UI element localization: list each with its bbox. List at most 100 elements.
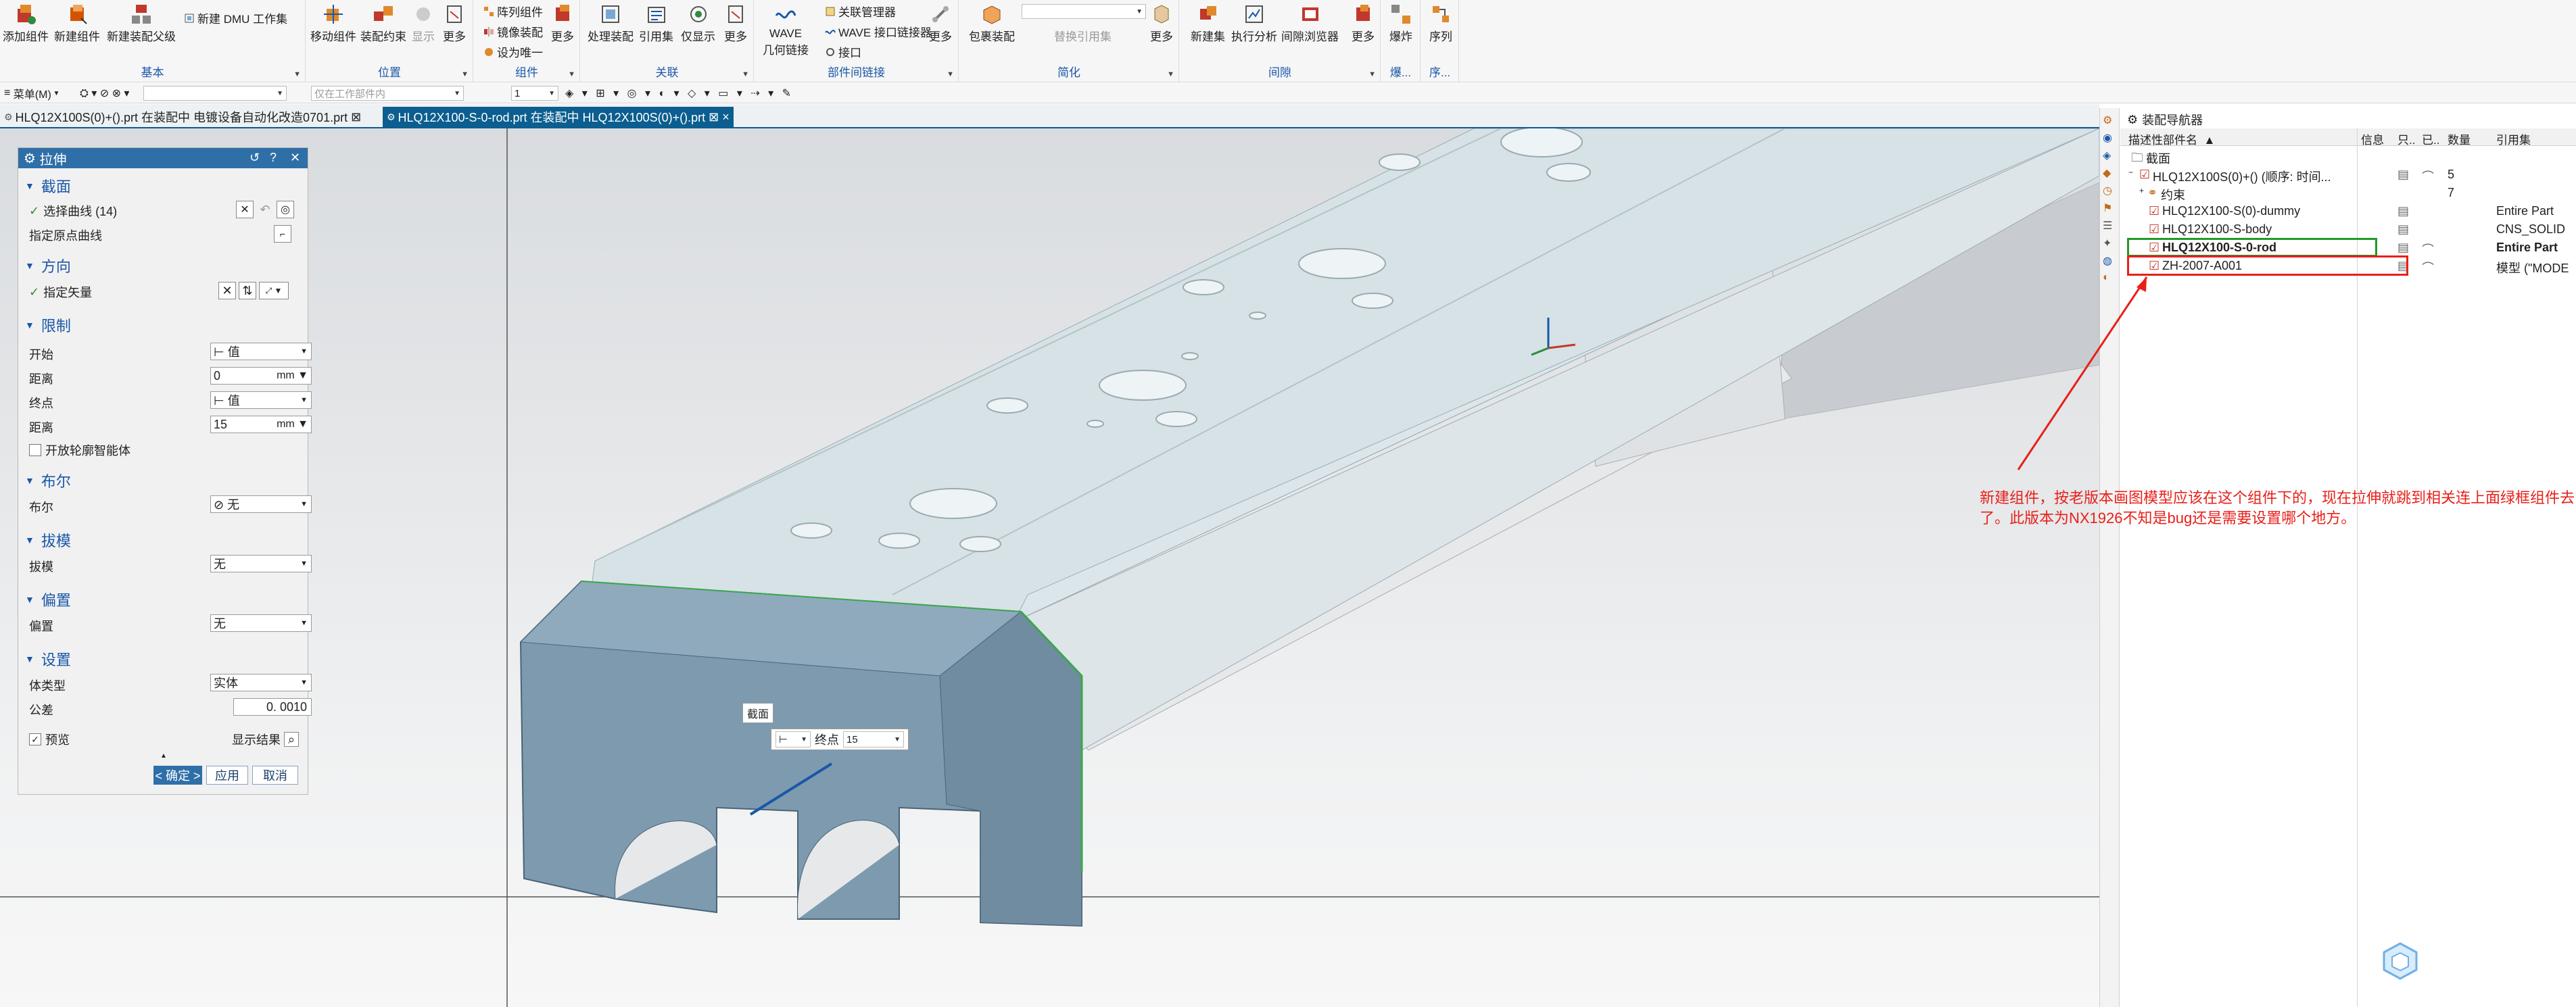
run-analysis-button[interactable]: 执行分析 [1231, 1, 1277, 44]
select-curve-row[interactable]: ✓ 选择曲线 (14) [29, 202, 117, 220]
undo-icon[interactable]: ↶ [256, 201, 274, 218]
tab-rod-part[interactable]: ⚙ HLQ12X100-S-0-rod.prt 在装配中 HLQ12X100S(… [383, 107, 734, 127]
reset-icon[interactable]: ↺ [249, 151, 260, 165]
section-header-section[interactable]: ▼ 截面 [25, 175, 71, 197]
palette-icon[interactable]: ◐ [2103, 272, 2112, 284]
section-header-draft[interactable]: ▼ 拔模 [25, 529, 71, 551]
sketch-icon[interactable]: ◎ [277, 201, 294, 218]
type-filter-select[interactable]: ▼ [143, 86, 287, 101]
checkbox[interactable] [29, 444, 41, 456]
col-reference-set[interactable]: 引用集 [2496, 130, 2531, 147]
count-select[interactable]: 1 ▼ [511, 86, 558, 101]
offset-select[interactable]: 无 ▼ [210, 614, 312, 632]
section-header-settings[interactable]: ▼ 设置 [25, 648, 71, 670]
tree-row-section[interactable]: 🗀 截面 [2120, 147, 2576, 166]
vector-type-select[interactable]: ⤢ ▼ [259, 282, 289, 299]
chevron-down-icon[interactable]: ▼ [293, 70, 301, 78]
vector-tools[interactable]: ✕ ⇅ ⤢ ▼ [218, 282, 289, 299]
show-only-button[interactable]: 仅显示 [681, 1, 715, 44]
chevron-down-icon[interactable]: ▼ [1167, 70, 1174, 78]
constraint-navigator-icon[interactable]: ◉ [2103, 131, 2112, 145]
interface-button[interactable]: 接口 [825, 43, 861, 60]
curve-tools[interactable]: ✕ ↶ ◎ [236, 201, 294, 218]
tree-row-dummy[interactable]: ☑ HLQ12X100-S(0)-dummy ▤ Entire Part [2120, 202, 2576, 220]
assembly-constraint-button[interactable]: 装配约束 [360, 1, 406, 44]
display-button[interactable]: 显示 [410, 1, 436, 44]
tree-row-constraints[interactable]: + ⚭ 约束 7 [2120, 184, 2576, 202]
replace-reference-set-button[interactable]: 替换引用集 [1054, 27, 1112, 44]
more-simplify-button[interactable]: 更多 [1149, 1, 1174, 44]
snap-toolbar[interactable]: ◈ ▾ ⊞ ▾ ◎ ▾ ◐ ▾ ◇ ▾ ▭ ▾ ⇢ ▾ ✎ [565, 86, 794, 101]
col-info[interactable]: 信息 [2361, 130, 2384, 147]
chevron-down-icon[interactable]: ▼ [568, 70, 575, 78]
collapse-icon[interactable]: − [2128, 168, 2133, 177]
reference-set-button[interactable]: 引用集 [639, 1, 673, 44]
help-icon[interactable]: ? [270, 151, 277, 165]
close-icon[interactable]: ⊠ × [709, 110, 730, 124]
part-navigator-icon[interactable]: ◈ [2103, 149, 2112, 162]
reuse-library-icon[interactable]: ◆ [2103, 166, 2112, 180]
col-modified[interactable]: 已.. [2422, 130, 2439, 147]
open-profile-checkbox[interactable]: 开放轮廓智能体 [29, 441, 130, 459]
section-header-direction[interactable]: ▼ 方向 [25, 255, 71, 276]
section-header-offset[interactable]: ▼ 偏置 [25, 589, 71, 610]
start-distance-input[interactable]: 0 mm ▼ [210, 367, 312, 385]
graphics-viewport[interactable] [0, 128, 2099, 1007]
end-distance-onscreen-input[interactable]: ⊢ ▼ 终点 15 ▼ [771, 729, 909, 750]
reverse-icon[interactable]: ✕ [218, 282, 236, 299]
end-distance-input[interactable]: 15 mm ▼ [210, 416, 312, 433]
boolean-select[interactable]: ⊘ 无 ▼ [210, 495, 312, 513]
new-dmu-workset-button[interactable]: 新建 DMU 工作集 [184, 9, 287, 26]
col-readonly[interactable]: 只.. [2398, 130, 2415, 147]
checkbox[interactable]: ✓ [29, 733, 41, 745]
resource-bar-icons[interactable]: ⚙ ◉ ◈ ◆ ◷ ⚑ ☰ ✦ ◍ ◐ [2103, 114, 2112, 284]
end-value-input[interactable]: 15 ▼ [843, 731, 904, 747]
web-browser-icon[interactable]: ◍ [2103, 254, 2112, 268]
explode-button[interactable]: 爆炸 [1388, 1, 1414, 44]
wave-geometry-link-button[interactable]: WAVE 几何链接 [763, 1, 809, 57]
chevron-down-icon[interactable]: ▼ [1368, 70, 1376, 78]
new-set-button[interactable]: 新建集 [1191, 1, 1225, 44]
apply-button[interactable]: 应用 [206, 766, 248, 785]
end-type-select[interactable]: ⊢ 值 ▼ [210, 391, 312, 409]
mirror-assembly-button[interactable]: 镜像装配 [483, 23, 543, 40]
wave-interface-linker-button[interactable]: WAVE 接口链接器 [825, 23, 932, 40]
expand-icon[interactable]: + [2139, 186, 2144, 195]
section-header-boolean[interactable]: ▼ 布尔 [25, 470, 71, 491]
curve-rule-icon[interactable]: ✕ [236, 201, 254, 218]
chevron-down-icon[interactable]: ▼ [742, 70, 749, 78]
chevron-down-icon[interactable]: ▼ [947, 70, 954, 78]
draft-select[interactable]: 无 ▼ [210, 555, 312, 572]
assembly-navigator-icon[interactable]: ⚙ [2103, 114, 2112, 127]
make-unique-button[interactable]: 设为唯一 [483, 43, 543, 60]
checkbox-icon[interactable]: ☑ [2149, 222, 2160, 237]
body-type-select[interactable]: 实体 ▼ [210, 674, 312, 691]
new-component-button[interactable]: 新建组件 [54, 1, 100, 44]
reference-set-select[interactable]: ▼ [1022, 4, 1146, 19]
show-result-button[interactable]: 显示结果 ⌕ [232, 731, 300, 748]
more-clearance-button[interactable]: 更多 [1350, 1, 1376, 44]
cancel-button[interactable]: 取消 [252, 766, 298, 785]
close-icon[interactable]: ⊠ [351, 110, 361, 124]
ok-button[interactable]: < 确定 > [153, 766, 202, 785]
tab-assembly[interactable]: ⚙ HLQ12X100S(0)+().prt 在装配中 电镀设备自动化改造070… [0, 107, 365, 127]
selection-icons[interactable]: ⛭ ▾ ⊘ ⊗ ▾ [80, 86, 129, 101]
chevron-down-icon[interactable]: ▼ [461, 70, 469, 78]
more-position-button[interactable]: 更多 [442, 1, 467, 44]
scope-filter-select[interactable]: 仅在工作部件内 ▼ [311, 86, 464, 101]
relation-manager-button[interactable]: 关联管理器 [825, 3, 896, 20]
close-icon[interactable]: ✕ [290, 151, 300, 165]
wrap-assembly-button[interactable]: 包裹装配 [969, 1, 1015, 44]
specify-vector-row[interactable]: ✓ 指定矢量 [29, 283, 92, 301]
process-studio-icon[interactable]: ⚑ [2103, 201, 2112, 215]
section-handle-label[interactable]: 截面 [742, 703, 774, 723]
history-icon[interactable]: ◷ [2103, 184, 2112, 197]
system-scene-icon[interactable]: ✦ [2103, 237, 2112, 250]
clearance-browser-button[interactable]: 间隙浏览器 [1281, 1, 1339, 44]
tolerance-input[interactable]: 0. 0010 [233, 698, 312, 716]
roles-icon[interactable]: ☰ [2103, 219, 2112, 232]
section-header-limits[interactable]: ▼ 限制 [25, 314, 71, 336]
collapse-handle-icon[interactable]: ▲ [160, 752, 167, 760]
move-component-button[interactable]: 移动组件 [310, 1, 356, 44]
menu-button[interactable]: ≡ 菜单(M) ▼ [4, 86, 59, 101]
